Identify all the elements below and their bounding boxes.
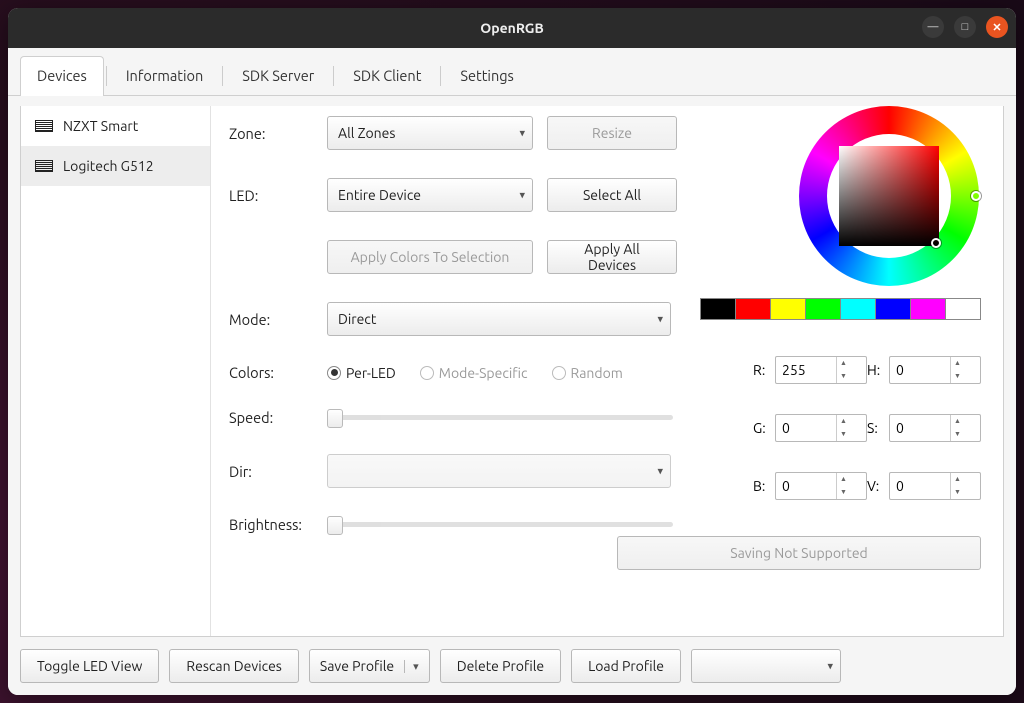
maximize-button[interactable]: □ [954,16,976,38]
g-spinbox[interactable]: ▲▼ [775,414,867,442]
dir-label: Dir: [229,463,319,480]
color-values: R: ▲▼ H: ▲▼ G: ▲▼ S: ▲▼ B: ▲▼ V: ▲▼ [753,356,981,500]
device-label: NZXT Smart [63,118,138,134]
tab-information[interactable]: Information [109,56,220,96]
colors-label: Colors: [229,364,319,381]
s-label: S: [867,420,887,436]
direction-select[interactable] [327,454,671,488]
device-item-nzxt[interactable]: NZXT Smart [21,106,210,146]
mode-select[interactable]: Direct [327,302,671,336]
chevron-down-icon: ▾ [404,660,419,673]
sv-cursor[interactable] [931,238,941,248]
resize-button[interactable]: Resize [547,116,677,150]
speed-label: Speed: [229,409,319,426]
b-label: B: [753,478,773,494]
s-spinbox[interactable]: ▲▼ [889,414,981,442]
zone-label: Zone: [229,125,319,142]
delete-profile-button[interactable]: Delete Profile [440,649,561,683]
zone-select[interactable]: All Zones [327,116,533,150]
tab-bar: Devices Information SDK Server SDK Clien… [8,48,1016,96]
swatch-magenta[interactable] [910,298,946,320]
save-color-button[interactable]: Saving Not Supported [617,536,981,570]
close-button[interactable]: ✕ [986,16,1008,38]
h-label: H: [867,362,887,378]
device-settings: Zone: All Zones Resize LED: Entire Devic… [211,106,1003,636]
tab-sdk-client[interactable]: SDK Client [336,56,438,96]
device-item-logitech[interactable]: Logitech G512 [21,146,210,186]
device-list: NZXT Smart Logitech G512 [21,106,211,636]
r-spinbox[interactable]: ▲▼ [775,356,867,384]
content-area: NZXT Smart Logitech G512 Zone: All Zones… [8,96,1016,643]
apply-all-devices-button[interactable]: Apply All Devices [547,240,677,274]
speed-slider[interactable] [327,415,673,420]
v-label: V: [867,478,887,494]
toggle-led-view-button[interactable]: Toggle LED View [20,649,159,683]
h-spinbox[interactable]: ▲▼ [889,356,981,384]
swatch-yellow[interactable] [770,298,806,320]
tab-devices[interactable]: Devices [20,56,104,96]
profile-select[interactable] [691,649,841,683]
app-window: OpenRGB — □ ✕ Devices Information SDK Se… [8,8,1016,695]
saturation-value-box[interactable] [839,146,939,246]
save-profile-button[interactable]: Save Profile▾ [309,649,430,683]
brightness-label: Brightness: [229,516,319,533]
swatch-black[interactable] [700,298,736,320]
apply-selection-button[interactable]: Apply Colors To Selection [327,240,533,274]
r-label: R: [753,362,773,378]
g-label: G: [753,420,773,436]
v-spinbox[interactable]: ▲▼ [889,472,981,500]
swatch-blue[interactable] [875,298,911,320]
tab-sdk-server[interactable]: SDK Server [225,56,331,96]
radio-random[interactable]: Random [552,365,623,381]
device-label: Logitech G512 [63,158,154,174]
titlebar: OpenRGB — □ ✕ [8,8,1016,48]
devices-panel: NZXT Smart Logitech G512 Zone: All Zones… [20,106,1004,637]
radio-mode-specific[interactable]: Mode-Specific [420,365,528,381]
radio-per-led[interactable]: Per-LED [327,365,396,381]
mode-label: Mode: [229,311,319,328]
hue-cursor[interactable] [971,191,981,201]
swatch-cyan[interactable] [840,298,876,320]
led-select[interactable]: Entire Device [327,178,533,212]
keyboard-icon [35,160,53,172]
brightness-slider[interactable] [327,522,673,527]
swatch-white[interactable] [945,298,981,320]
led-label: LED: [229,187,319,204]
minimize-button[interactable]: — [922,16,944,38]
rescan-devices-button[interactable]: Rescan Devices [169,649,298,683]
swatch-green[interactable] [805,298,841,320]
color-wheel[interactable] [799,106,979,286]
window-buttons: — □ ✕ [922,16,1008,38]
b-spinbox[interactable]: ▲▼ [775,472,867,500]
device-icon [35,120,53,132]
load-profile-button[interactable]: Load Profile [571,649,681,683]
select-all-button[interactable]: Select All [547,178,677,212]
bottom-toolbar: Toggle LED View Rescan Devices Save Prof… [8,643,1016,695]
swatch-red[interactable] [735,298,771,320]
tab-settings[interactable]: Settings [443,56,530,96]
color-swatches [700,298,981,320]
window-title: OpenRGB [480,20,544,36]
